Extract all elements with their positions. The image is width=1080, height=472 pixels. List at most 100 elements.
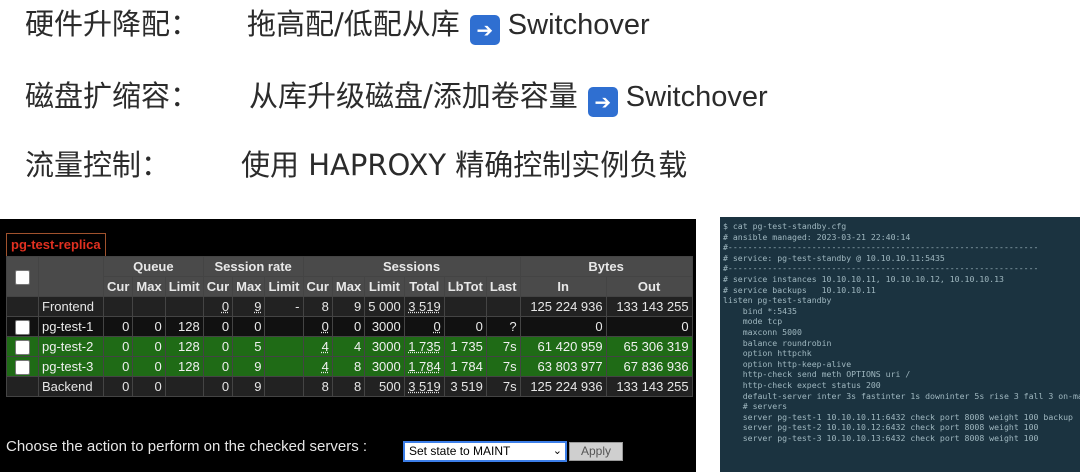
table-row-pg-test-2: pg-test-2 0 0 128 0 5 4 4 3000 1 735 1 7… bbox=[6, 336, 693, 357]
cell-link[interactable]: 0 bbox=[434, 319, 441, 334]
cell: ? bbox=[485, 316, 521, 337]
config-line: http-check expect status 200 bbox=[723, 379, 881, 390]
cell: 0 bbox=[132, 316, 166, 337]
cell: 0 bbox=[202, 336, 234, 357]
cell-link[interactable]: 4 bbox=[322, 359, 329, 374]
cell: 65 306 319 bbox=[605, 336, 693, 357]
group-sessions: Sessions bbox=[302, 256, 521, 277]
config-line: option http-keep-alive bbox=[723, 358, 852, 369]
col-header: Cur bbox=[202, 276, 234, 297]
table-row-pg-test-3: pg-test-3 0 0 128 0 9 4 8 3000 1 784 1 7… bbox=[6, 356, 693, 377]
col-header: In bbox=[519, 276, 607, 297]
bullet-value-text: 拖高配/低配从库 bbox=[247, 7, 460, 41]
apply-button[interactable]: Apply bbox=[569, 442, 623, 461]
cell: 8 bbox=[331, 376, 366, 397]
table-row-pg-test-1: pg-test-1 0 0 128 0 0 0 0 3000 0 0 ? 0 0 bbox=[6, 316, 693, 337]
cell bbox=[443, 296, 487, 317]
proxy-name-tab[interactable]: pg-test-replica bbox=[6, 233, 106, 257]
cell-link[interactable]: 3 519 bbox=[408, 379, 441, 394]
cell: 5 bbox=[232, 336, 266, 357]
table-row-backend: Backend 0 0 0 9 8 8 500 3 519 3 519 7s 1… bbox=[6, 376, 693, 397]
group-bytes: Bytes bbox=[519, 256, 693, 277]
cell: 7s bbox=[485, 356, 521, 377]
cell: 9 bbox=[232, 376, 266, 397]
cell bbox=[485, 296, 521, 317]
cell-link[interactable]: 9 bbox=[254, 299, 261, 314]
row-checkbox[interactable] bbox=[15, 319, 30, 335]
config-line: # service backups 10.10.10.11 bbox=[723, 284, 876, 295]
row-checkbox[interactable] bbox=[15, 339, 30, 355]
cell bbox=[132, 296, 166, 317]
select-all-checkbox[interactable] bbox=[15, 269, 30, 285]
col-header: Max bbox=[132, 276, 166, 297]
chevron-down-icon: ⌄ bbox=[552, 445, 562, 457]
row-name: Backend bbox=[38, 376, 104, 397]
bullet-disk: 磁盘扩缩容： 从库升级磁盘/添加卷容量 ➔ Switchover bbox=[25, 76, 768, 117]
cell: 125 224 936 bbox=[519, 376, 607, 397]
config-text: $ cat pg-test-standby.cfg # ansible manag… bbox=[720, 217, 1080, 443]
action-select-value: Set state to MAINT bbox=[409, 444, 511, 458]
stats-table: Queue Session rate Sessions Bytes Cur Ma… bbox=[6, 256, 693, 397]
cell: - bbox=[264, 296, 304, 317]
table-row-frontend: Frontend 0 9 - 8 9 5 000 3 519 125 224 9… bbox=[6, 296, 693, 317]
row-name[interactable]: pg-test-1 bbox=[38, 316, 104, 337]
empty-cell bbox=[6, 296, 39, 317]
slide-bullets: 硬件升降配： 拖高配/低配从库 ➔ Switchover 磁盘扩缩容： 从库升级磁盘… bbox=[0, 0, 1080, 210]
cell: 0 bbox=[519, 316, 607, 337]
col-header: Limit bbox=[264, 276, 304, 297]
cell: 9 bbox=[331, 296, 366, 317]
config-line: # service: pg-test-standby @ 10.10.10.11… bbox=[723, 252, 945, 263]
cell: 500 bbox=[364, 376, 405, 397]
empty-cell bbox=[6, 376, 39, 397]
cell: 0 bbox=[331, 316, 366, 337]
cell-link[interactable]: 4 bbox=[322, 339, 329, 354]
row-name: Frontend bbox=[38, 296, 104, 317]
col-header: Total bbox=[403, 276, 445, 297]
cell-link[interactable]: 3 519 bbox=[408, 299, 441, 314]
cell: 0 bbox=[202, 316, 234, 337]
cell: 0 bbox=[102, 376, 134, 397]
config-line: balance roundrobin bbox=[723, 337, 832, 348]
cell-link[interactable]: 0 bbox=[222, 299, 229, 314]
config-line: option httpchk bbox=[723, 348, 812, 359]
header-row-groups: Queue Session rate Sessions Bytes bbox=[6, 256, 693, 297]
config-line: bind *:5435 bbox=[723, 305, 797, 316]
row-name[interactable]: pg-test-2 bbox=[38, 336, 104, 357]
bullet-value: 使用 HAPROXY 精确控制实例负载 bbox=[241, 145, 687, 185]
config-line: server pg-test-3 10.10.10.13:6432 check … bbox=[723, 432, 1039, 443]
row-checkbox[interactable] bbox=[15, 359, 30, 375]
cell: 9 bbox=[232, 356, 266, 377]
cell: 0 bbox=[102, 356, 134, 377]
cell: 8 bbox=[331, 356, 366, 377]
action-bar: Choose the action to perform on the chec… bbox=[6, 438, 623, 462]
cell bbox=[164, 296, 204, 317]
right-arrow-icon: ➔ bbox=[587, 87, 618, 117]
select-all-cell[interactable] bbox=[6, 256, 39, 297]
cell: 61 420 959 bbox=[519, 336, 607, 357]
cell: 3 519 bbox=[443, 376, 487, 397]
cell-link[interactable]: 1 784 bbox=[408, 359, 441, 374]
cell: 0 bbox=[132, 356, 166, 377]
group-queue: Queue bbox=[103, 256, 204, 277]
cell: 0 bbox=[605, 316, 693, 337]
cell: 67 836 936 bbox=[605, 356, 693, 377]
action-select[interactable]: Set state to MAINT ⌄ bbox=[403, 441, 567, 462]
config-line: $ cat pg-test-standby.cfg bbox=[723, 221, 847, 231]
bullet-value: 从库升级磁盘/添加卷容量 ➔ Switchover bbox=[249, 76, 768, 117]
cell bbox=[264, 336, 304, 357]
config-line: http-check send meth OPTIONS uri / bbox=[723, 369, 911, 380]
col-header: Max bbox=[331, 276, 366, 297]
config-line: #---------------------------------------… bbox=[723, 263, 1039, 274]
config-terminal: $ cat pg-test-standby.cfg # ansible manag… bbox=[720, 217, 1080, 472]
row-name[interactable]: pg-test-3 bbox=[38, 356, 104, 377]
config-line: server pg-test-2 10.10.10.12:6432 check … bbox=[723, 422, 1039, 433]
cell-link[interactable]: 0 bbox=[322, 319, 329, 334]
col-header: Cur bbox=[102, 276, 134, 297]
cell-link[interactable]: 1 735 bbox=[408, 339, 441, 354]
bullet-label: 流量控制： bbox=[25, 148, 171, 182]
cell bbox=[102, 296, 134, 317]
cell: 7s bbox=[485, 376, 521, 397]
name-header bbox=[38, 256, 104, 297]
cell: 125 224 936 bbox=[519, 296, 607, 317]
cell: 0 bbox=[232, 316, 266, 337]
